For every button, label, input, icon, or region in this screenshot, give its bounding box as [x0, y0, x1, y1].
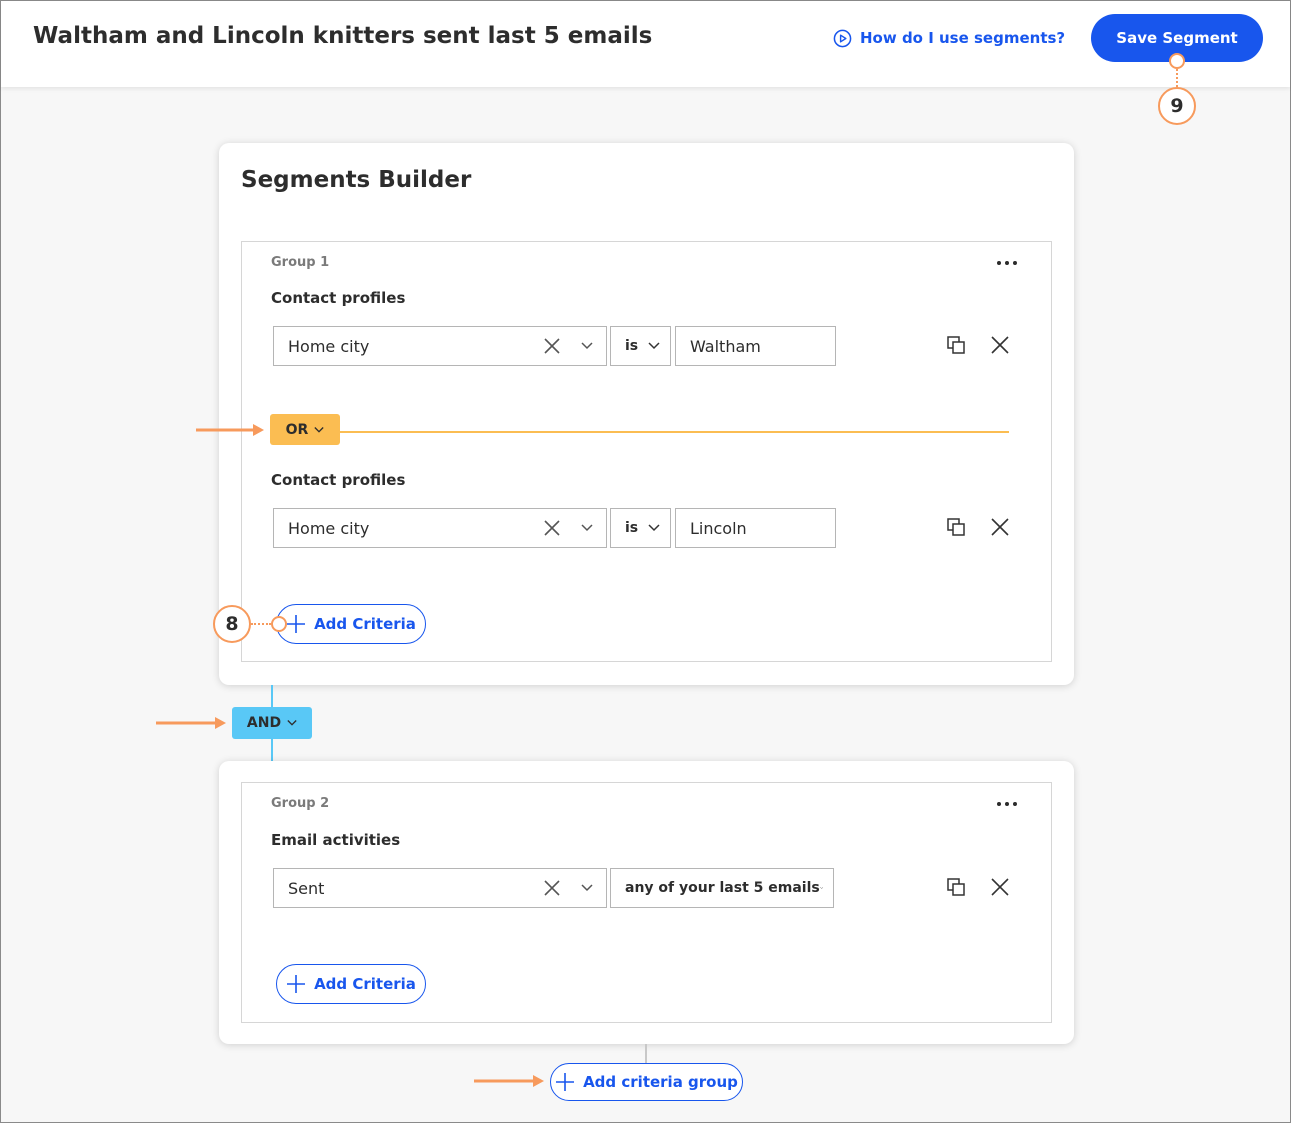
- callout-leader: [251, 623, 271, 625]
- arrow-right-icon: [156, 717, 226, 729]
- value-input[interactable]: Lincoln: [675, 508, 836, 548]
- clear-x-icon[interactable]: [543, 879, 561, 897]
- more-horizontal-icon[interactable]: [997, 802, 1017, 808]
- callout-badge-add-criteria: 8: [213, 605, 251, 643]
- and-connector-line: [271, 685, 273, 707]
- chevron-down-icon: [287, 720, 297, 726]
- arrow-right-icon: [474, 1075, 544, 1087]
- field-select-value: Sent: [288, 878, 325, 898]
- group-1-label: Group 1: [271, 255, 330, 270]
- field-select-value: Home city: [288, 518, 370, 538]
- callout-anchor: [271, 616, 287, 632]
- or-connector-line: [340, 431, 1009, 433]
- builder-title: Segments Builder: [241, 167, 472, 193]
- help-link[interactable]: How do I use segments?: [833, 26, 1065, 50]
- add-criteria-label: Add Criteria: [314, 975, 416, 993]
- operator-select[interactable]: any of your last 5 emails: [610, 868, 834, 908]
- chevron-down-icon: [581, 524, 593, 532]
- and-connector-label: AND: [246, 715, 282, 731]
- callout-anchor: [1169, 53, 1185, 69]
- add-criteria-group-label: Add criteria group: [583, 1073, 738, 1091]
- duplicate-icon[interactable]: [947, 336, 965, 354]
- close-icon[interactable]: [991, 518, 1009, 536]
- add-criteria-button[interactable]: Add Criteria: [276, 604, 426, 644]
- value-input-text: Waltham: [690, 336, 761, 356]
- help-link-label: How do I use segments?: [860, 29, 1066, 47]
- add-criteria-button[interactable]: Add Criteria: [276, 964, 426, 1004]
- chevron-down-icon: [314, 426, 324, 433]
- plus-icon: [556, 1073, 575, 1091]
- play-circle-icon: [833, 29, 852, 47]
- operator-value: is: [625, 338, 639, 354]
- field-select[interactable]: Home city: [273, 508, 607, 548]
- chevron-down-icon: [581, 342, 593, 350]
- callout-leader: [1176, 69, 1178, 87]
- more-horizontal-icon[interactable]: [997, 261, 1017, 267]
- callout-badge-save: 9: [1158, 87, 1196, 125]
- duplicate-icon[interactable]: [947, 518, 965, 536]
- add-criteria-label: Add Criteria: [314, 615, 416, 633]
- criteria-section-label: Contact profiles: [271, 471, 406, 489]
- operator-select[interactable]: is: [610, 326, 671, 366]
- group-connector-line: [645, 1044, 647, 1063]
- field-select[interactable]: Home city: [273, 326, 607, 366]
- chevron-down-icon: [648, 524, 660, 532]
- close-icon[interactable]: [991, 878, 1009, 896]
- add-criteria-group-button[interactable]: Add criteria group: [550, 1063, 743, 1101]
- clear-x-icon[interactable]: [543, 337, 561, 355]
- operator-select[interactable]: is: [610, 508, 671, 548]
- chevron-down-icon: [581, 884, 593, 892]
- operator-value: any of your last 5 emails: [625, 880, 820, 896]
- and-connector-line: [271, 739, 273, 761]
- chevron-down-icon: [819, 887, 823, 889]
- group-2-label: Group 2: [271, 796, 330, 811]
- duplicate-icon[interactable]: [947, 878, 965, 896]
- clear-x-icon[interactable]: [543, 519, 561, 537]
- criteria-section-label: Contact profiles: [271, 289, 406, 307]
- close-icon[interactable]: [991, 336, 1009, 354]
- arrow-right-icon: [196, 424, 264, 436]
- plus-icon: [287, 615, 306, 633]
- chevron-down-icon: [648, 342, 660, 350]
- field-select[interactable]: Sent: [273, 868, 607, 908]
- and-connector-toggle[interactable]: AND: [232, 707, 312, 739]
- or-connector-label: OR: [285, 421, 309, 438]
- field-select-value: Home city: [288, 336, 370, 356]
- criteria-section-label: Email activities: [271, 831, 401, 849]
- value-input-text: Lincoln: [690, 518, 747, 538]
- or-connector-toggle[interactable]: OR: [270, 414, 340, 445]
- operator-value: is: [625, 520, 639, 536]
- page-title: Waltham and Lincoln knitters sent last 5…: [33, 23, 653, 49]
- plus-icon: [287, 975, 306, 993]
- value-input[interactable]: Waltham: [675, 326, 836, 366]
